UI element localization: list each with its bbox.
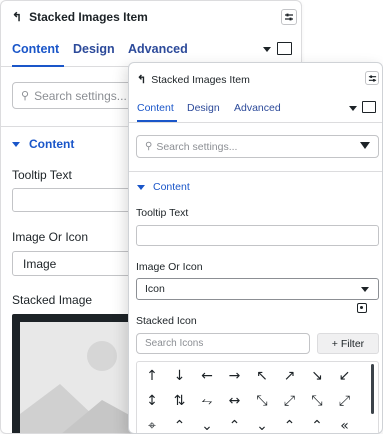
- sliders-icon[interactable]: [365, 71, 379, 85]
- arrow-return-icon[interactable]: ↰: [137, 73, 146, 86]
- icon-option[interactable]: ⤢: [332, 390, 358, 412]
- magnifier-icon: ⚲: [21, 90, 30, 102]
- arrow-return-icon[interactable]: ↰: [12, 10, 22, 24]
- icon-option[interactable]: ⤢: [277, 390, 303, 412]
- icon-option[interactable]: ⌖: [139, 415, 165, 433]
- settings-search-input[interactable]: ⚲ Search settings...: [136, 135, 379, 158]
- caret-down-icon: [137, 184, 145, 190]
- dynamic-data-icon[interactable]: [357, 303, 367, 313]
- panel-header: ↰ Stacked Images Item: [137, 73, 250, 87]
- icon-option[interactable]: ↘: [304, 365, 330, 387]
- tab-advanced[interactable]: Advanced: [128, 42, 188, 56]
- scrollbar[interactable]: [371, 364, 374, 414]
- image-placeholder[interactable]: [12, 314, 142, 433]
- icon-option[interactable]: ↗: [277, 365, 303, 387]
- funnel-icon[interactable]: [360, 142, 370, 149]
- icon-option[interactable]: ⤡: [249, 390, 275, 412]
- icon-option[interactable]: ↔: [222, 390, 248, 412]
- tab-advanced[interactable]: Advanced: [234, 102, 281, 114]
- icon-option[interactable]: ⥊: [194, 390, 220, 412]
- panel-header: ↰ Stacked Images Item: [12, 10, 148, 24]
- chevron-down-icon[interactable]: [349, 106, 357, 111]
- tab-design[interactable]: Design: [187, 102, 220, 114]
- caret-down-icon: [12, 141, 20, 147]
- magnifier-icon: ⚲: [145, 141, 153, 152]
- front-settings-panel: ↰ Stacked Images Item Content Design Adv…: [128, 62, 383, 434]
- tab-bar: Content Design Advanced: [129, 95, 382, 123]
- image-or-icon-label: Image Or Icon: [136, 261, 203, 273]
- icon-option[interactable]: ⌃: [304, 415, 330, 433]
- image-or-icon-label: Image Or Icon: [12, 230, 89, 244]
- divider: [129, 171, 382, 172]
- image-or-icon-select[interactable]: Icon: [136, 278, 379, 300]
- icon-option[interactable]: ⇅: [167, 390, 193, 412]
- icon-option[interactable]: ⌃: [277, 415, 303, 433]
- stacked-icon-label: Stacked Icon: [136, 315, 197, 327]
- tab-design[interactable]: Design: [73, 42, 115, 56]
- icon-option[interactable]: ↖: [249, 365, 275, 387]
- chevron-down-icon: [361, 287, 369, 292]
- section-content-header[interactable]: Content: [12, 137, 74, 151]
- tooltip-text-input[interactable]: [136, 225, 379, 246]
- icon-option[interactable]: ↑: [139, 365, 165, 387]
- icon-option[interactable]: ⌃: [222, 415, 248, 433]
- icon-option[interactable]: «: [332, 415, 358, 433]
- responsive-mode-icon[interactable]: [277, 42, 292, 55]
- icon-option[interactable]: ⌄: [194, 415, 220, 433]
- icon-grid: ↑ ↓ ← → ↖ ↗ ↘ ↙ ↕ ⇅ ⥊ ↔ ⤡ ⤢ ⤡ ⤢ ⌖ ⌃ ⌄ ⌃ ⌄ ⌃ ⌃ «: [136, 361, 379, 433]
- section-content-header[interactable]: Content: [137, 181, 190, 193]
- icon-option[interactable]: ↙: [332, 365, 358, 387]
- tab-content[interactable]: Content: [12, 42, 64, 67]
- tooltip-text-label: Tooltip Text: [12, 168, 72, 182]
- filter-button[interactable]: + Filter: [317, 333, 379, 354]
- tab-content[interactable]: Content: [137, 102, 177, 122]
- stacked-image-label: Stacked Image: [12, 293, 93, 307]
- icon-option[interactable]: →: [222, 365, 248, 387]
- tooltip-text-label: Tooltip Text: [136, 207, 189, 219]
- icon-option[interactable]: ←: [194, 365, 220, 387]
- chevron-down-icon[interactable]: [263, 47, 271, 52]
- icon-option[interactable]: ⌄: [249, 415, 275, 433]
- panel-title: Stacked Images Item: [151, 73, 250, 86]
- icon-option[interactable]: ↕: [139, 390, 165, 412]
- responsive-mode-icon[interactable]: [362, 101, 376, 113]
- image-placeholder-icon: [20, 341, 142, 433]
- sliders-icon[interactable]: [281, 9, 297, 25]
- panel-title: Stacked Images Item: [29, 10, 148, 24]
- icon-option[interactable]: ↓: [167, 365, 193, 387]
- icon-option[interactable]: ⤡: [304, 390, 330, 412]
- icon-search-input[interactable]: Search Icons: [136, 333, 310, 354]
- icon-option[interactable]: ⌃: [167, 415, 193, 433]
